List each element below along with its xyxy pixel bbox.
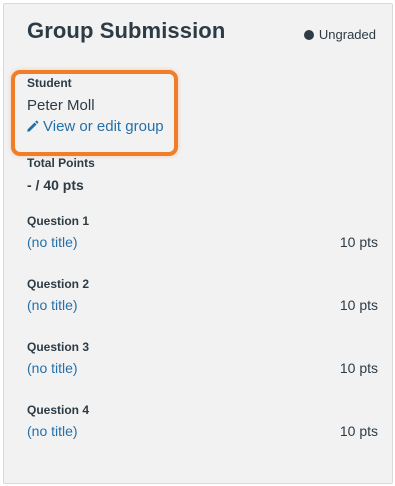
question-item: Question 1 (no title) 10 pts: [27, 214, 378, 264]
pencil-icon: [27, 120, 39, 132]
submission-panel: Group Submission Ungraded Student Peter …: [3, 3, 393, 484]
status-text: Ungraded: [318, 27, 376, 42]
question-item: Question 2 (no title) 10 pts: [27, 277, 378, 327]
question-points: 10 pts: [339, 234, 378, 250]
question-label: Question 4: [27, 403, 90, 417]
page-title: Group Submission: [27, 18, 226, 43]
status-badge: Ungraded: [303, 27, 376, 42]
student-label: Student: [27, 76, 72, 90]
question-label: Question 3: [27, 340, 90, 354]
question-label: Question 1: [27, 214, 90, 228]
question-item: Question 3 (no title) 10 pts: [27, 340, 378, 390]
question-title-link[interactable]: (no title): [27, 234, 78, 250]
question-points: 10 pts: [339, 297, 378, 313]
question-points: 10 pts: [339, 360, 378, 376]
view-edit-group-link[interactable]: View or edit group: [26, 118, 164, 135]
question-title-link[interactable]: (no title): [27, 297, 78, 313]
student-name: Peter Moll: [27, 97, 95, 114]
question-title-link[interactable]: (no title): [27, 360, 78, 376]
total-points-value: - / 40 pts: [27, 177, 84, 193]
total-points-label: Total Points: [27, 156, 95, 170]
view-edit-group-label[interactable]: View or edit group: [43, 118, 164, 135]
question-title-link[interactable]: (no title): [27, 423, 78, 439]
question-label: Question 2: [27, 277, 90, 291]
question-points: 10 pts: [339, 423, 378, 439]
question-item: Question 4 (no title) 10 pts: [27, 403, 378, 453]
filled-circle-icon: [303, 29, 314, 40]
panel-header: Group Submission Ungraded: [27, 18, 378, 54]
